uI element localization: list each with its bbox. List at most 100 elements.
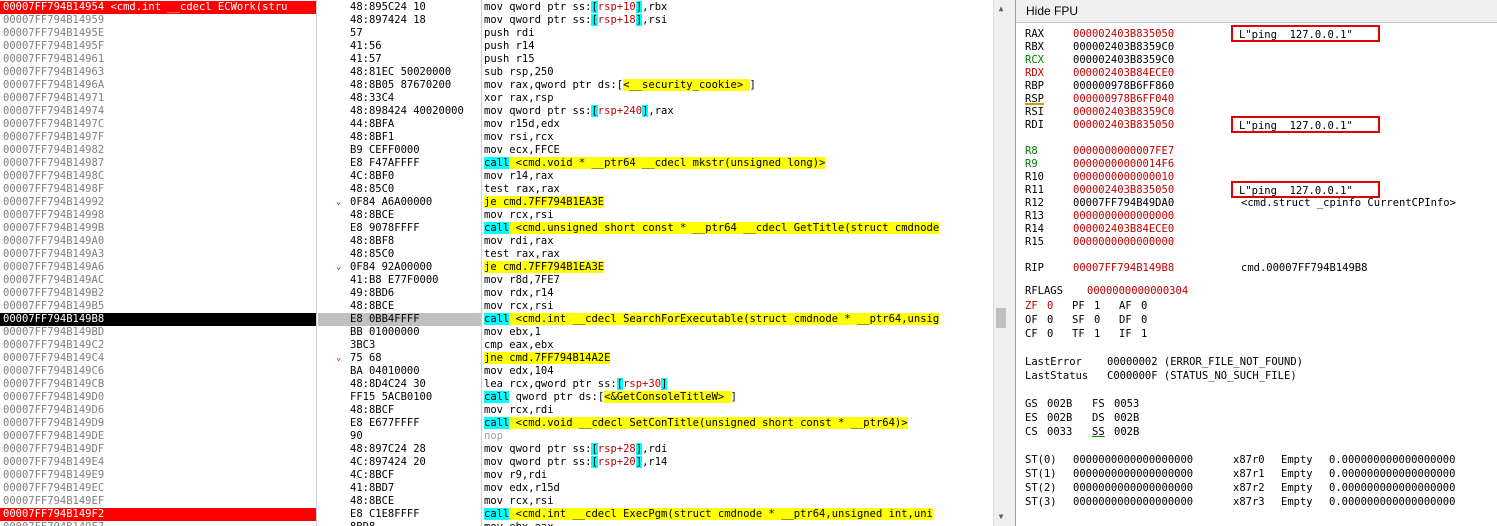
address-cell[interactable]: 00007FF794B149F7 xyxy=(0,521,316,526)
fpu-number[interactable]: 0.000000000000000000 xyxy=(1329,482,1455,494)
disasm-row[interactable]: 00007FF794B149A6 ⌄ 0F84 92A00000 je cmd.7FF… xyxy=(0,261,993,274)
disasm-row[interactable]: 00007FF794B149B2 49:8BD6 mov rdx,r14 xyxy=(0,287,993,300)
disasm-row[interactable]: 00007FF794B1498C 4C:8BF0 mov r14,rax xyxy=(0,170,993,183)
bytes-cell[interactable]: 48:8BF1 xyxy=(350,131,480,144)
address-cell[interactable]: 00007FF794B149A6 xyxy=(0,261,316,274)
bytes-cell[interactable]: 48:8BCE xyxy=(350,300,480,313)
instruction-cell[interactable]: mov r14,rax xyxy=(484,170,993,183)
instruction-cell[interactable]: mov r15d,edx xyxy=(484,118,993,131)
bytes-cell[interactable]: E8 E677FFFF xyxy=(350,417,480,430)
address-cell[interactable]: 00007FF794B1495F xyxy=(0,40,316,53)
bytes-cell[interactable]: 48:898424 40020000 xyxy=(350,105,480,118)
address-cell[interactable]: 00007FF794B1499B xyxy=(0,222,316,235)
instruction-cell[interactable]: mov edx,104 xyxy=(484,365,993,378)
fpu-number[interactable]: 0.000000000000000000 xyxy=(1329,454,1455,466)
instruction-cell[interactable]: mov rax,qword ptr ds:[<__security_cookie… xyxy=(484,79,993,92)
instruction-cell[interactable]: mov rcx,rsi xyxy=(484,209,993,222)
register-row[interactable]: RSI 000002403B8359C0 xyxy=(1025,106,1174,119)
address-cell[interactable]: 00007FF794B14992 xyxy=(0,196,316,209)
address-cell[interactable]: 00007FF794B14961 xyxy=(0,53,316,66)
flag-value[interactable]: 0 xyxy=(1141,314,1166,327)
vertical-scrollbar[interactable]: ▲ ▼ xyxy=(993,0,1007,526)
register-row[interactable]: R15 0000000000000000 xyxy=(1025,236,1174,249)
address-cell[interactable]: 00007FF794B149A3 xyxy=(0,248,316,261)
disasm-row[interactable]: 00007FF794B14982 B9 CEFF0000 mov ecx,FFCE xyxy=(0,144,993,157)
disasm-row[interactable]: 00007FF794B1495E 57 push rdi xyxy=(0,27,993,40)
address-cell[interactable]: 00007FF794B149E4 xyxy=(0,456,316,469)
bytes-cell[interactable]: 48:33C4 xyxy=(350,92,480,105)
flag-value[interactable]: 0 xyxy=(1047,314,1072,327)
bytes-cell[interactable]: E8 9078FFFF xyxy=(350,222,480,235)
bytes-cell[interactable]: 0F84 92A00000 xyxy=(350,261,480,274)
disasm-row[interactable]: 00007FF794B1499B E8 9078FFFF call <cmd.uns… xyxy=(0,222,993,235)
bytes-cell[interactable]: E8 C1E8FFFF xyxy=(350,508,480,521)
bytes-cell[interactable]: 41:56 xyxy=(350,40,480,53)
instruction-cell[interactable]: sub rsp,250 xyxy=(484,66,993,79)
fpu-value[interactable]: 0000000000000000000 xyxy=(1073,482,1233,495)
rflags-value[interactable]: 0000000000000304 xyxy=(1087,285,1188,297)
register-row[interactable]: RDI 000002403B835050 xyxy=(1025,119,1174,132)
instruction-cell[interactable]: lea rcx,qword ptr ss:[rsp+30] xyxy=(484,378,993,391)
instruction-cell[interactable]: call <cmd.int __cdecl SearchForExecutabl… xyxy=(484,313,993,326)
register-value[interactable]: 0000000000000010 xyxy=(1073,171,1174,183)
instruction-cell[interactable]: push r14 xyxy=(484,40,993,53)
bytes-cell[interactable]: 75 68 xyxy=(350,352,480,365)
register-value[interactable]: 000002403B8359C0 xyxy=(1073,106,1174,118)
instruction-cell[interactable]: mov r9,rdi xyxy=(484,469,993,482)
disasm-row[interactable]: 00007FF794B149A3 48:85C0 test rax,rax xyxy=(0,248,993,261)
disasm-row[interactable]: 00007FF794B1497F 48:8BF1 mov rsi,rcx xyxy=(0,131,993,144)
flag-value[interactable]: 1 xyxy=(1141,328,1166,341)
register-row[interactable]: RSP 000000978B6FF040 xyxy=(1025,93,1174,106)
bytes-cell[interactable]: B9 CEFF0000 xyxy=(350,144,480,157)
instruction-cell[interactable]: mov qword ptr ss:[rsp+10],rbx xyxy=(484,1,993,14)
instruction-cell[interactable]: call <cmd.int __cdecl ExecPgm(struct cmd… xyxy=(484,508,993,521)
bytes-cell[interactable]: 41:8BD7 xyxy=(350,482,480,495)
bytes-cell[interactable]: 48:85C0 xyxy=(350,183,480,196)
flag-value[interactable]: 1 xyxy=(1094,328,1119,341)
disasm-row[interactable]: 00007FF794B149D0 FF15 5ACB0100 call qword … xyxy=(0,391,993,404)
address-cell[interactable]: 00007FF794B14959 xyxy=(0,14,316,27)
disasm-row[interactable]: 00007FF794B149B8 E8 0BB4FFFF call <cmd.int… xyxy=(0,313,993,326)
address-cell[interactable]: 00007FF794B1498C xyxy=(0,170,316,183)
bytes-cell[interactable]: 48:8B05 87670200 xyxy=(350,79,480,92)
instruction-cell[interactable]: call <cmd.unsigned short const * __ptr64… xyxy=(484,222,993,235)
disasm-row[interactable]: 00007FF794B149B5 48:8BCE mov rcx,rsi xyxy=(0,300,993,313)
segment-value[interactable]: 002B xyxy=(1114,412,1159,425)
instruction-cell[interactable]: nop xyxy=(484,430,993,443)
bytes-cell[interactable]: 48:8BF8 xyxy=(350,235,480,248)
instruction-cell[interactable]: je cmd.7FF794B1EA3E xyxy=(484,196,993,209)
fpu-number[interactable]: 0.000000000000000000 xyxy=(1329,496,1455,508)
fpu-number[interactable]: 0.000000000000000000 xyxy=(1329,468,1455,480)
address-cell[interactable]: 00007FF794B149DF xyxy=(0,443,316,456)
instruction-cell[interactable]: mov rsi,rcx xyxy=(484,131,993,144)
register-value[interactable]: 000002403B835050 xyxy=(1073,28,1174,40)
bytes-cell[interactable]: 48:897C24 28 xyxy=(350,443,480,456)
address-cell[interactable]: 00007FF794B149A0 xyxy=(0,235,316,248)
bytes-cell[interactable]: 48:8BCF xyxy=(350,404,480,417)
instruction-cell[interactable]: mov ebx,1 xyxy=(484,326,993,339)
address-cell[interactable]: 00007FF794B1497C xyxy=(0,118,316,131)
address-cell[interactable]: 00007FF794B149F2 xyxy=(0,508,316,521)
disasm-row[interactable]: 00007FF794B149EF 48:8BCE mov rcx,rsi xyxy=(0,495,993,508)
register-value[interactable]: 000002403B8359C0 xyxy=(1073,54,1174,66)
bytes-cell[interactable]: 48:85C0 xyxy=(350,248,480,261)
register-row[interactable]: R10 0000000000000010 xyxy=(1025,171,1174,184)
register-value[interactable]: 000002403B835050 xyxy=(1073,184,1174,196)
scroll-up-icon[interactable]: ▲ xyxy=(994,2,1007,16)
instruction-cell[interactable]: mov rdx,r14 xyxy=(484,287,993,300)
hide-fpu-button[interactable]: Hide FPU xyxy=(1016,0,1497,23)
address-cell[interactable]: 00007FF794B14954 <cmd.int __cdecl ECWork… xyxy=(0,1,316,14)
fpu-value[interactable]: 0000000000000000000 xyxy=(1073,496,1233,509)
bytes-cell[interactable]: 3BC3 xyxy=(350,339,480,352)
disasm-row[interactable]: 00007FF794B14998 48:8BCE mov rcx,rsi xyxy=(0,209,993,222)
bytes-cell[interactable]: 4C:8BCF xyxy=(350,469,480,482)
bytes-cell[interactable]: 8BD8 xyxy=(350,521,480,526)
address-cell[interactable]: 00007FF794B149C2 xyxy=(0,339,316,352)
disasm-row[interactable]: 00007FF794B149D9 E8 E677FFFF call <cmd.voi… xyxy=(0,417,993,430)
disasm-row[interactable]: 00007FF794B149C2 3BC3 cmp eax,ebx xyxy=(0,339,993,352)
address-cell[interactable]: 00007FF794B1497F xyxy=(0,131,316,144)
register-value[interactable]: 0000000000007FE7 xyxy=(1073,145,1174,157)
instruction-cell[interactable]: mov rcx,rsi xyxy=(484,300,993,313)
bytes-cell[interactable]: 48:8D4C24 30 xyxy=(350,378,480,391)
disasm-row[interactable]: 00007FF794B14954 <cmd.int __cdecl ECWork… xyxy=(0,1,993,14)
